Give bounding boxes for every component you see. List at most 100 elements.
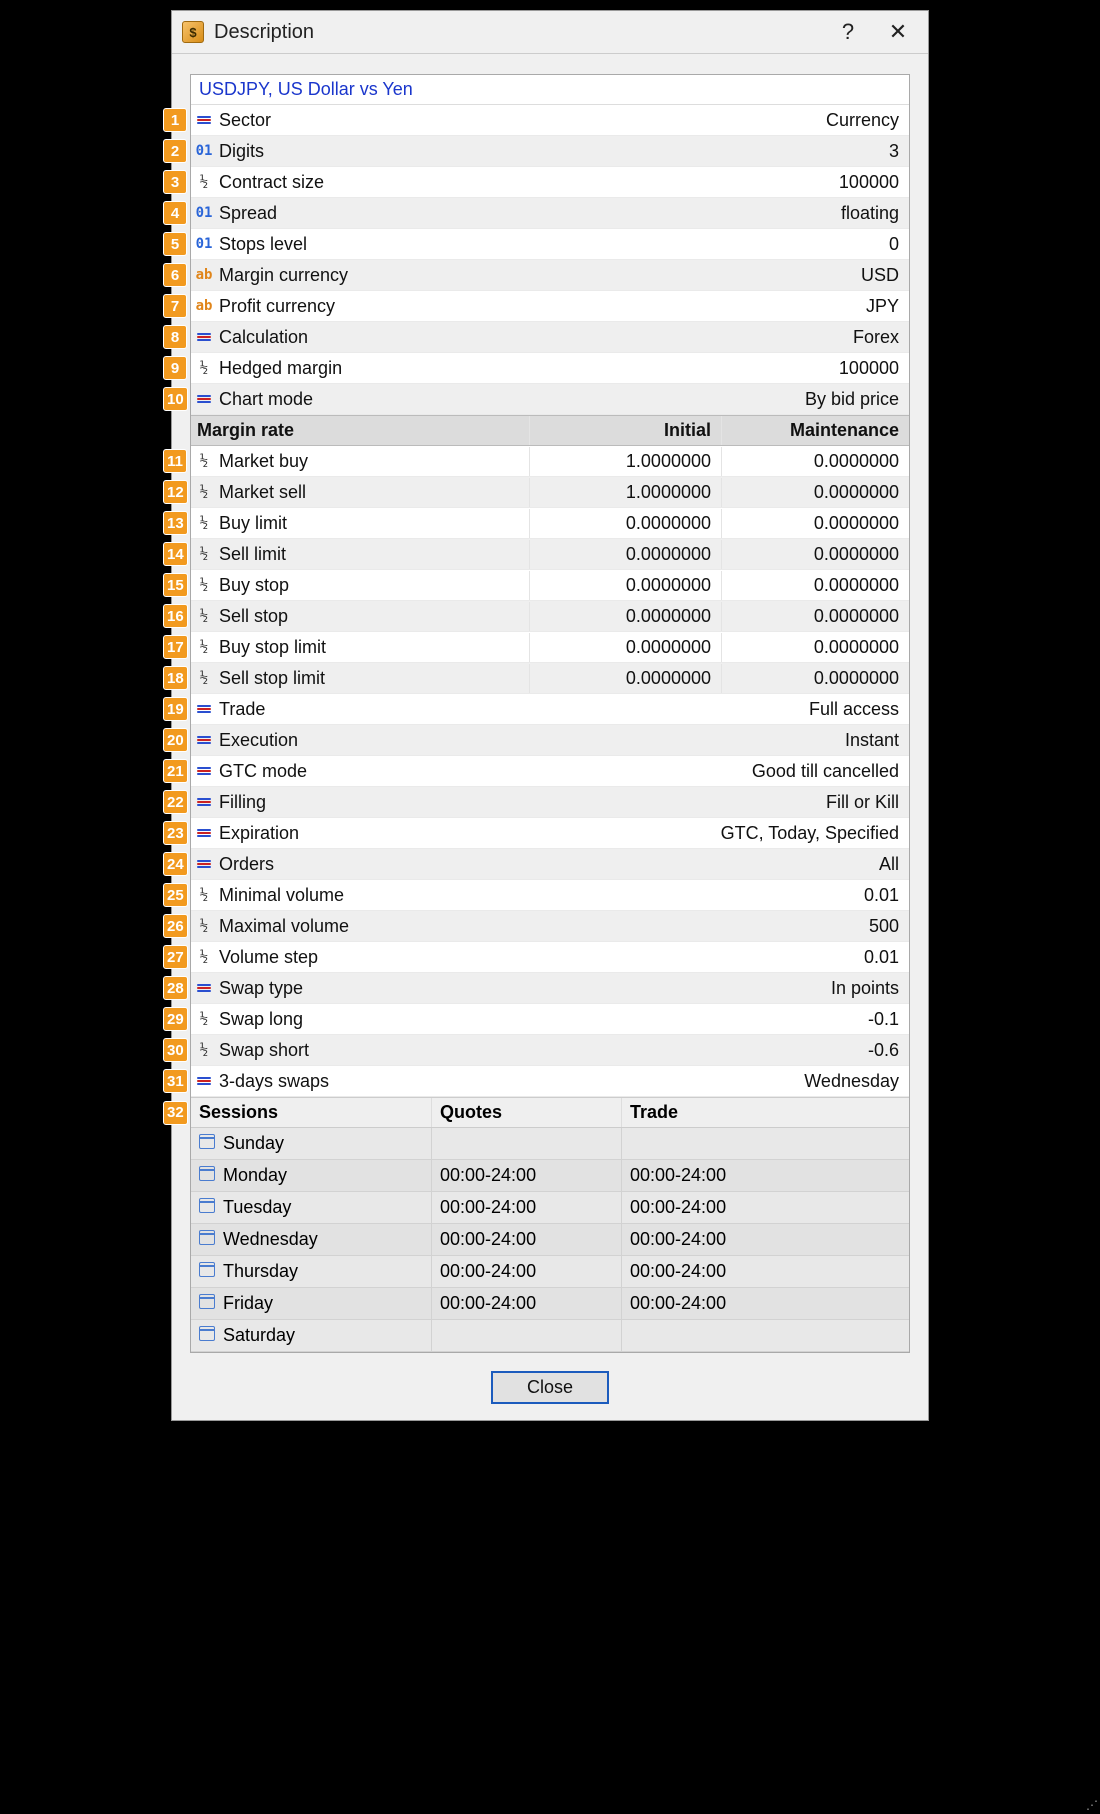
- session-day: Wednesday: [223, 1229, 318, 1250]
- property-row[interactable]: 22FillingFill or Kill: [191, 787, 909, 818]
- property-row[interactable]: 7abProfit currencyJPY: [191, 291, 909, 322]
- margin-maintenance: 0.0000000: [721, 664, 909, 693]
- row-number-badge: 24: [163, 852, 188, 876]
- row-number-badge: 2: [163, 139, 187, 163]
- resize-grip[interactable]: ⋰: [1086, 1798, 1096, 1812]
- fraction-icon: ½: [200, 918, 208, 934]
- property-row[interactable]: 26½Maximal volume500: [191, 911, 909, 942]
- fraction-icon: ½: [200, 639, 208, 655]
- property-row[interactable]: 313-days swapsWednesday: [191, 1066, 909, 1097]
- property-row[interactable]: 19TradeFull access: [191, 694, 909, 725]
- session-row[interactable]: Thursday00:00-24:0000:00-24:00: [191, 1256, 909, 1288]
- property-row[interactable]: 27½Volume step0.01: [191, 942, 909, 973]
- property-row[interactable]: 6abMargin currencyUSD: [191, 260, 909, 291]
- integer-icon: 01: [196, 205, 213, 221]
- margin-row[interactable]: 18½Sell stop limit0.00000000.0000000: [191, 663, 909, 694]
- session-row[interactable]: Wednesday00:00-24:0000:00-24:00: [191, 1224, 909, 1256]
- row-number-badge: 1: [163, 108, 187, 132]
- property-row[interactable]: 28Swap typeIn points: [191, 973, 909, 1004]
- margin-row[interactable]: 13½Buy limit0.00000000.0000000: [191, 508, 909, 539]
- session-trade: 00:00-24:00: [621, 1224, 909, 1255]
- close-button[interactable]: Close: [491, 1371, 609, 1404]
- properties-list: USDJPY, US Dollar vs Yen 1SectorCurrency…: [190, 74, 910, 1353]
- property-row[interactable]: 201Digits3: [191, 136, 909, 167]
- property-value: 0.01: [860, 943, 909, 972]
- property-label: Swap long: [217, 1005, 307, 1034]
- row-number-badge: 31: [163, 1069, 188, 1093]
- property-row[interactable]: 8CalculationForex: [191, 322, 909, 353]
- margin-row[interactable]: 15½Buy stop0.00000000.0000000: [191, 570, 909, 601]
- row-number-badge: 11: [163, 449, 187, 473]
- session-day: Thursday: [223, 1261, 298, 1282]
- help-button[interactable]: ?: [828, 19, 868, 45]
- property-value: In points: [827, 974, 909, 1003]
- property-row[interactable]: 401Spreadfloating: [191, 198, 909, 229]
- property-row[interactable]: 24OrdersAll: [191, 849, 909, 880]
- margin-row[interactable]: 16½Sell stop0.00000000.0000000: [191, 601, 909, 632]
- row-number-badge: 30: [163, 1038, 188, 1062]
- session-row[interactable]: Monday00:00-24:0000:00-24:00: [191, 1160, 909, 1192]
- session-trade: 00:00-24:00: [621, 1288, 909, 1319]
- margin-initial: 1.0000000: [529, 478, 721, 507]
- property-row[interactable]: 10Chart modeBy bid price: [191, 384, 909, 415]
- row-number-badge: 18: [163, 666, 188, 690]
- property-value: Good till cancelled: [748, 757, 909, 786]
- session-row[interactable]: Friday 00:00-24:0000:00-24:00: [191, 1288, 909, 1320]
- fraction-icon: ½: [200, 577, 208, 593]
- col-initial: Initial: [529, 416, 721, 445]
- property-label: Spread: [217, 199, 281, 228]
- session-quotes: 00:00-24:00: [431, 1288, 621, 1319]
- fraction-icon: ½: [200, 887, 208, 903]
- row-number-badge: 9: [163, 356, 187, 380]
- margin-label: Buy stop limit: [217, 633, 330, 662]
- property-row[interactable]: 23ExpirationGTC, Today, Specified: [191, 818, 909, 849]
- property-value: 0: [885, 230, 909, 259]
- property-value: Full access: [805, 695, 909, 724]
- fraction-icon: ½: [200, 1011, 208, 1027]
- string-icon: ab: [196, 267, 213, 283]
- property-row[interactable]: 21GTC modeGood till cancelled: [191, 756, 909, 787]
- session-day: Friday: [223, 1293, 273, 1314]
- session-row[interactable]: Saturday: [191, 1320, 909, 1352]
- integer-icon: 01: [196, 143, 213, 159]
- property-row[interactable]: 501Stops level0: [191, 229, 909, 260]
- margin-rate-label: Margin rate: [191, 416, 298, 445]
- property-row[interactable]: 1SectorCurrency: [191, 105, 909, 136]
- margin-initial: 0.0000000: [529, 633, 721, 662]
- margin-initial: 0.0000000: [529, 540, 721, 569]
- margin-row[interactable]: 17½Buy stop limit0.00000000.0000000: [191, 632, 909, 663]
- margin-rate-header: Margin rate Initial Maintenance: [191, 415, 909, 446]
- property-row[interactable]: 25½Minimal volume0.01: [191, 880, 909, 911]
- row-number-badge: 12: [163, 480, 188, 504]
- property-value: -0.6: [864, 1036, 909, 1065]
- property-label: Swap type: [217, 974, 307, 1003]
- margin-row[interactable]: 14½Sell limit0.00000000.0000000: [191, 539, 909, 570]
- session-row[interactable]: Sunday: [191, 1128, 909, 1160]
- margin-row[interactable]: 12½Market sell1.00000000.0000000: [191, 477, 909, 508]
- enum-icon: [197, 1077, 211, 1085]
- app-icon: $: [182, 21, 204, 43]
- calendar-icon: [199, 1230, 215, 1245]
- close-icon[interactable]: ✕: [878, 19, 918, 45]
- session-quotes: 00:00-24:00: [431, 1256, 621, 1287]
- property-row[interactable]: 30½Swap short-0.6: [191, 1035, 909, 1066]
- property-value: Forex: [849, 323, 909, 352]
- property-value: Instant: [841, 726, 909, 755]
- property-value: floating: [837, 199, 909, 228]
- property-row[interactable]: 29½Swap long-0.1: [191, 1004, 909, 1035]
- enum-icon: [197, 767, 211, 775]
- margin-label: Sell stop limit: [217, 664, 329, 693]
- property-row[interactable]: 20ExecutionInstant: [191, 725, 909, 756]
- description-dialog: $ Description ? ✕ USDJPY, US Dollar vs Y…: [171, 10, 929, 1421]
- margin-label: Sell limit: [217, 540, 290, 569]
- property-row[interactable]: 3½Contract size100000: [191, 167, 909, 198]
- enum-icon: [197, 984, 211, 992]
- property-row[interactable]: 9½Hedged margin100000: [191, 353, 909, 384]
- session-row[interactable]: Tuesday00:00-24:0000:00-24:00: [191, 1192, 909, 1224]
- margin-label: Market sell: [217, 478, 310, 507]
- property-value: 100000: [835, 354, 909, 383]
- row-number-badge: 26: [163, 914, 188, 938]
- property-value: 3: [885, 137, 909, 166]
- margin-row[interactable]: 11½Market buy1.00000000.0000000: [191, 446, 909, 477]
- calendar-icon: [199, 1294, 215, 1309]
